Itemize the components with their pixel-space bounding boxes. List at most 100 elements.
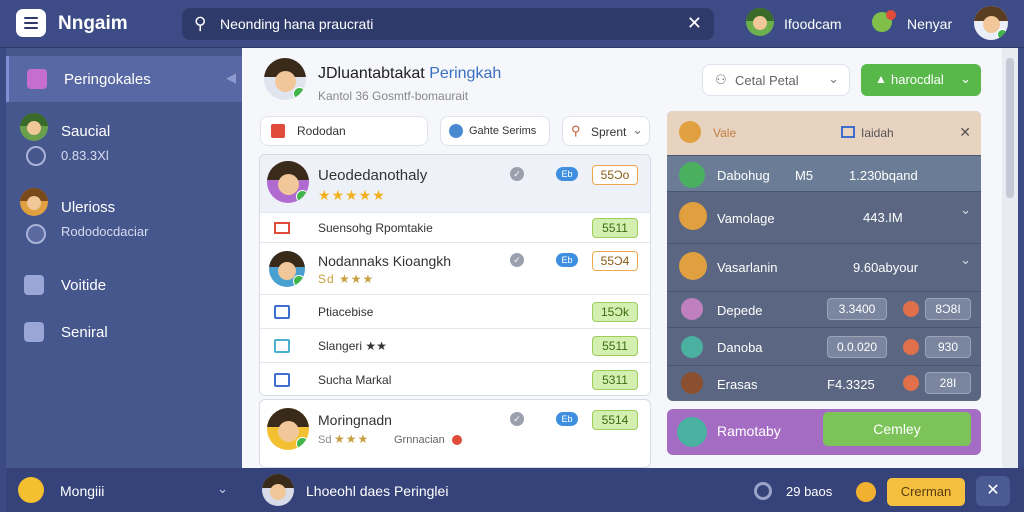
price-tag: 5514 xyxy=(592,410,638,430)
item-title: Moringnadn xyxy=(318,412,392,428)
scrollbar[interactable] xyxy=(1002,48,1018,468)
avatar xyxy=(681,336,703,358)
panel-row[interactable]: Erasas F4.3325 28I xyxy=(667,365,981,401)
user-icon: ⚇ xyxy=(715,72,727,87)
sidebar-footer[interactable]: Mongiii ⌄ xyxy=(6,468,242,512)
action-button[interactable]: ▲ harocdlal ⌄ xyxy=(861,64,981,96)
sidebar-item-label: Seniral xyxy=(61,324,108,341)
rating-stars: ★★★ xyxy=(334,432,370,446)
list-item[interactable]: Suensohg Rpomtakie 5511 xyxy=(260,213,650,243)
row-value: 443.IM xyxy=(863,210,903,225)
list-item[interactable]: Ptiacebise 15Ɔk xyxy=(260,295,650,329)
settings-icon[interactable]: ✓ xyxy=(510,412,524,426)
panel-row[interactable]: Depede 3.3400 8Ɔ8I xyxy=(667,291,981,327)
filter-label: Rododan xyxy=(297,124,346,138)
row-value-box[interactable]: 930 xyxy=(925,336,971,358)
avatar xyxy=(20,188,48,216)
user-name[interactable]: Nenyar xyxy=(907,16,952,32)
document-icon xyxy=(24,322,44,342)
settings-icon[interactable]: ✓ xyxy=(510,253,524,267)
close-icon[interactable]: ✕ xyxy=(959,124,971,141)
price-tag: 5311 xyxy=(592,370,638,390)
fire-icon xyxy=(856,482,876,502)
footer-button[interactable]: Cemley xyxy=(823,412,971,446)
chevron-down-icon: ⌄ xyxy=(960,71,971,86)
close-icon[interactable]: ✕ xyxy=(687,13,702,34)
price-tag: 5511 xyxy=(592,218,638,238)
search-icon: ⚲ xyxy=(571,123,581,138)
expand-icon[interactable]: ✕ xyxy=(976,476,1010,506)
search-bar[interactable]: ⚲ Neonding hana praucrati ✕ xyxy=(182,8,714,40)
up-icon: ▲ xyxy=(875,72,887,86)
filter-chip[interactable]: Gahte Serims xyxy=(440,116,550,146)
search-input[interactable]: Neonding hana praucrati xyxy=(220,16,373,32)
panel-header-left: Vale xyxy=(713,126,737,140)
avatar[interactable] xyxy=(974,6,1008,40)
item-title: Slangeri ★★ xyxy=(318,339,387,353)
grid-icon xyxy=(274,305,290,319)
item-title: Sucha Markal xyxy=(318,373,392,387)
sidebar-item-label: Saucial xyxy=(61,123,111,140)
item-title: Nodannaks Kioangkh xyxy=(318,253,452,269)
avatar xyxy=(681,298,703,320)
sidebar-item-sub: 0.83.3Xl xyxy=(61,148,109,163)
grid-icon xyxy=(841,126,855,138)
sidebar-item-sub: Rododocdaciar xyxy=(61,224,149,239)
row-name: Depede xyxy=(717,303,763,318)
row-value-box[interactable]: 8Ɔ8I xyxy=(925,298,971,320)
row-value: 1.230bqand xyxy=(849,168,918,183)
avatar xyxy=(20,113,48,141)
link-icon xyxy=(26,146,46,166)
panel-header-right: Iaidah xyxy=(861,126,894,140)
list-item[interactable]: Slangeri ★★ 5511 xyxy=(260,329,650,363)
sidebar-item-seniral[interactable]: Seniral xyxy=(6,309,242,355)
status-badge: Eb xyxy=(556,412,578,426)
rating-stars: ★★★★★ xyxy=(318,187,386,203)
panel-row[interactable]: Dabohug M5 1.230bqand xyxy=(667,155,981,191)
list-item[interactable]: Sucha Markal 5311 xyxy=(260,363,650,395)
profile-name-accent: Peringkah xyxy=(429,65,502,82)
item-title: Suensohg Rpomtakie xyxy=(318,221,433,235)
chevron-left-icon: ◀ xyxy=(226,70,236,85)
sidebar-item-peringokales[interactable]: Peringokales ◀ xyxy=(6,56,242,102)
list-item[interactable]: Ueodedanothaly ★★★★★ ✓ Eb 55Ɔo xyxy=(260,155,650,213)
grid-icon xyxy=(274,373,290,387)
row-value-box[interactable]: 28I xyxy=(925,372,971,394)
chevron-down-icon[interactable]: ⌄ xyxy=(217,481,228,497)
avatar xyxy=(679,162,705,188)
row-name: Dabohug xyxy=(717,168,770,183)
avatar xyxy=(267,408,309,450)
menu-icon[interactable] xyxy=(16,9,46,37)
bottom-button[interactable]: Crerman xyxy=(887,478,965,506)
user-name[interactable]: Ifoodcam xyxy=(784,16,842,32)
list-item[interactable]: Nodannaks Kioangkh Sd ★★★ ✓ Eb 55Ɔ4 xyxy=(260,243,650,295)
timer-icon xyxy=(903,375,919,391)
category-select[interactable]: ⚇ Cetal Petal ⌄ xyxy=(702,64,850,96)
list-card[interactable]: Moringnadn Sd ★★★ Grnnacian ✓ Eb 5514 xyxy=(259,399,651,468)
timer-icon xyxy=(903,339,919,355)
panel-row[interactable]: Vasarlanin 9.60abyour ⌄ xyxy=(667,243,981,291)
footer-button-label: Cemley xyxy=(873,421,921,437)
avatar xyxy=(264,58,306,100)
panel-row[interactable]: Danoba 0.0.020 930 xyxy=(667,327,981,365)
row-name: Vasarlanin xyxy=(717,260,778,275)
footer-name: Ramotaby xyxy=(717,423,781,439)
chevron-down-icon[interactable]: ⌄ xyxy=(960,252,971,268)
sidebar-item-label: Peringokales xyxy=(64,71,151,88)
panel-row[interactable]: Vamolage 443.IM ⌄ xyxy=(667,191,981,243)
settings-icon[interactable]: ✓ xyxy=(510,167,524,181)
globe-icon xyxy=(449,124,463,138)
chart-icon xyxy=(27,69,47,89)
filter-chip[interactable]: Rododan xyxy=(260,116,428,146)
sidebar-item-voitide[interactable]: Voitide xyxy=(6,262,242,308)
chevron-down-icon[interactable]: ⌄ xyxy=(960,202,971,218)
avatar[interactable] xyxy=(262,474,294,506)
timer-icon xyxy=(903,301,919,317)
status-badge: Eb xyxy=(556,253,578,267)
bottom-count: 29 baos xyxy=(786,484,833,499)
filter-chip[interactable]: ⚲ Sprent ⌄ xyxy=(562,116,650,146)
filter-label: Sprent xyxy=(591,125,627,139)
coin-icon xyxy=(679,121,701,143)
list-card: Ueodedanothaly ★★★★★ ✓ Eb 55Ɔo Suensohg … xyxy=(259,154,651,396)
avatar[interactable] xyxy=(746,8,774,36)
